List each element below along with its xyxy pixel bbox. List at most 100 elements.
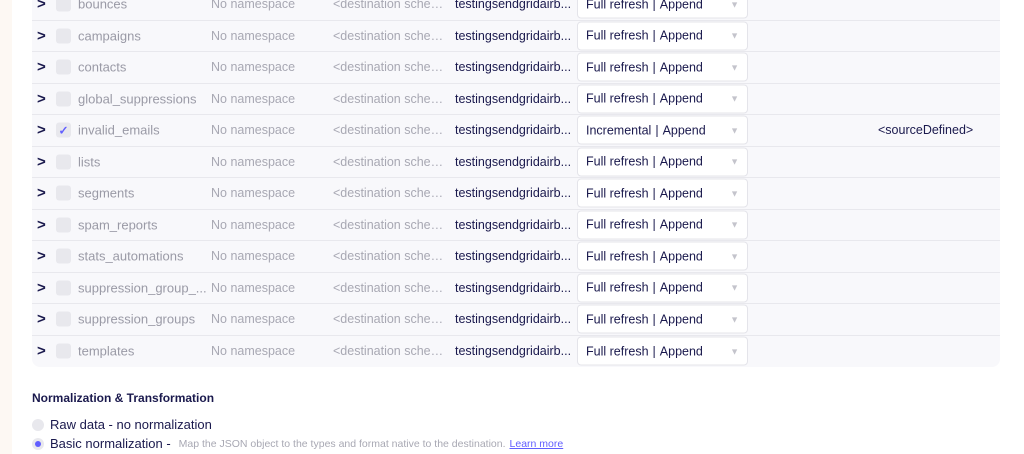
chevron-right-icon[interactable]: > [37,122,46,139]
radio-raw-data[interactable]: Raw data - no normalization [32,417,212,432]
destination-sync-mode: Append [659,28,703,43]
stream-checkbox[interactable] [56,311,71,327]
stream-checkbox[interactable] [56,343,71,359]
destination-namespace: <destination schem... [333,123,449,138]
stream-checkbox[interactable] [56,248,71,264]
source-namespace: No namespace [211,123,296,138]
stream-name: stats_automations [78,248,184,264]
normalization-title: Normalization & Transformation [32,391,215,405]
destination-sync-mode: Append [659,217,703,232]
chevron-right-icon[interactable]: > [37,90,46,107]
destination-stream-name: testingsendgridairb... [455,312,572,327]
sync-mode: Full refresh [586,91,649,106]
stream-row: > bounces No namespace <destination sche… [32,0,1000,21]
destination-namespace: <destination schem... [333,312,449,327]
chevron-right-icon[interactable]: > [37,343,46,360]
source-namespace: No namespace [211,154,296,169]
chevron-right-icon[interactable]: > [37,279,46,296]
sync-mode: Full refresh [586,249,649,264]
chevron-right-icon[interactable]: > [37,216,46,233]
sync-mode-dropdown[interactable]: Full refresh | Append ▼ [577,273,748,303]
destination-stream-name: testingsendgridairb... [455,123,572,138]
source-namespace: No namespace [211,280,296,295]
stream-name: templates [78,343,135,359]
sync-mode-dropdown[interactable]: Full refresh | Append ▼ [577,147,748,177]
chevron-down-icon: ▼ [730,314,739,325]
sync-mode: Full refresh [586,280,649,295]
destination-sync-mode: Append [659,249,703,264]
stream-checkbox[interactable] [56,59,71,75]
chevron-right-icon[interactable]: > [37,59,46,76]
sync-mode-dropdown[interactable]: Full refresh | Append ▼ [577,178,748,208]
stream-name: contacts [78,59,127,75]
sync-mode: Full refresh [586,344,649,359]
destination-stream-name: testingsendgridairb... [455,28,572,43]
learn-more-link[interactable]: Learn more [510,438,564,450]
radio-basic-normalization[interactable]: Basic normalization - Map the JSON objec… [32,436,563,451]
radio-label: Basic normalization - [50,436,171,451]
sync-mode-dropdown[interactable]: Full refresh | Append ▼ [577,210,748,240]
sync-mode-dropdown[interactable]: Full refresh | Append ▼ [577,0,748,19]
destination-stream-name: testingsendgridairb... [455,91,572,106]
stream-name: spam_reports [78,217,158,233]
chevron-right-icon[interactable]: > [37,311,46,328]
stream-row: > ✓ invalid_emails No namespace <destina… [32,115,1000,147]
destination-stream-name: testingsendgridairb... [455,344,572,359]
destination-namespace: <destination schem... [333,249,449,264]
radio-icon[interactable] [32,418,44,431]
stream-row: > suppression_group_... No namespace <de… [32,273,1000,304]
sync-mode: Full refresh [586,154,649,169]
sync-mode-dropdown[interactable]: Full refresh | Append ▼ [577,84,748,114]
sync-mode: Incremental [586,123,652,138]
source-namespace: No namespace [211,217,296,232]
destination-sync-mode: Append [659,280,703,295]
sync-mode-dropdown[interactable]: Full refresh | Append ▼ [577,304,748,334]
destination-stream-name: testingsendgridairb... [455,60,572,75]
destination-stream-name: testingsendgridairb... [455,249,572,264]
source-namespace: No namespace [211,60,296,75]
stream-name: segments [78,185,135,201]
sync-mode-dropdown[interactable]: Full refresh | Append ▼ [577,241,748,271]
sync-mode-dropdown[interactable]: Incremental | Append ▼ [577,115,748,145]
destination-sync-mode: Append [659,344,703,359]
source-namespace: No namespace [211,0,296,12]
stream-row: > stats_automations No namespace <destin… [32,241,1000,273]
stream-checkbox[interactable] [56,185,71,201]
stream-name: global_suppressions [78,91,197,107]
chevron-right-icon[interactable]: > [37,248,46,265]
chevron-down-icon: ▼ [730,93,739,104]
stream-row: > templates No namespace <destination sc… [32,336,1000,368]
stream-name: suppression_groups [78,311,196,327]
stream-checkbox[interactable] [56,217,71,233]
sync-mode: Full refresh [586,312,649,327]
stream-checkbox[interactable] [56,280,71,296]
stream-checkbox[interactable]: ✓ [56,122,71,138]
chevron-right-icon[interactable]: > [37,27,46,44]
chevron-right-icon[interactable]: > [37,0,46,13]
destination-namespace: <destination schem... [333,0,449,12]
stream-checkbox[interactable] [56,0,71,12]
destination-sync-mode: Append [662,123,706,138]
stream-checkbox[interactable] [56,28,71,44]
sync-mode: Full refresh [586,60,649,75]
destination-sync-mode: Append [659,312,703,327]
destination-stream-name: testingsendgridairb... [455,154,572,169]
destination-sync-mode: Append [659,186,703,201]
destination-stream-name: testingsendgridairb... [455,0,572,12]
sync-mode-dropdown[interactable]: Full refresh | Append ▼ [577,336,748,366]
stream-checkbox[interactable] [56,154,71,170]
stream-name: lists [78,154,101,170]
stream-name: bounces [78,0,128,12]
radio-selected-icon[interactable] [32,437,44,450]
sync-mode-dropdown[interactable]: Full refresh | Append ▼ [577,21,748,51]
sync-mode-dropdown[interactable]: Full refresh | Append ▼ [577,52,748,82]
stream-checkbox[interactable] [56,91,71,107]
chevron-right-icon[interactable]: > [37,153,46,170]
destination-namespace: <destination schem... [333,28,449,43]
sync-mode: Full refresh [586,28,649,43]
destination-namespace: <destination schem... [333,91,449,106]
chevron-right-icon[interactable]: > [37,185,46,202]
chevron-down-icon: ▼ [730,62,739,73]
stream-row: > lists No namespace <destination schem.… [32,147,1000,178]
stream-name: campaigns [78,28,141,44]
